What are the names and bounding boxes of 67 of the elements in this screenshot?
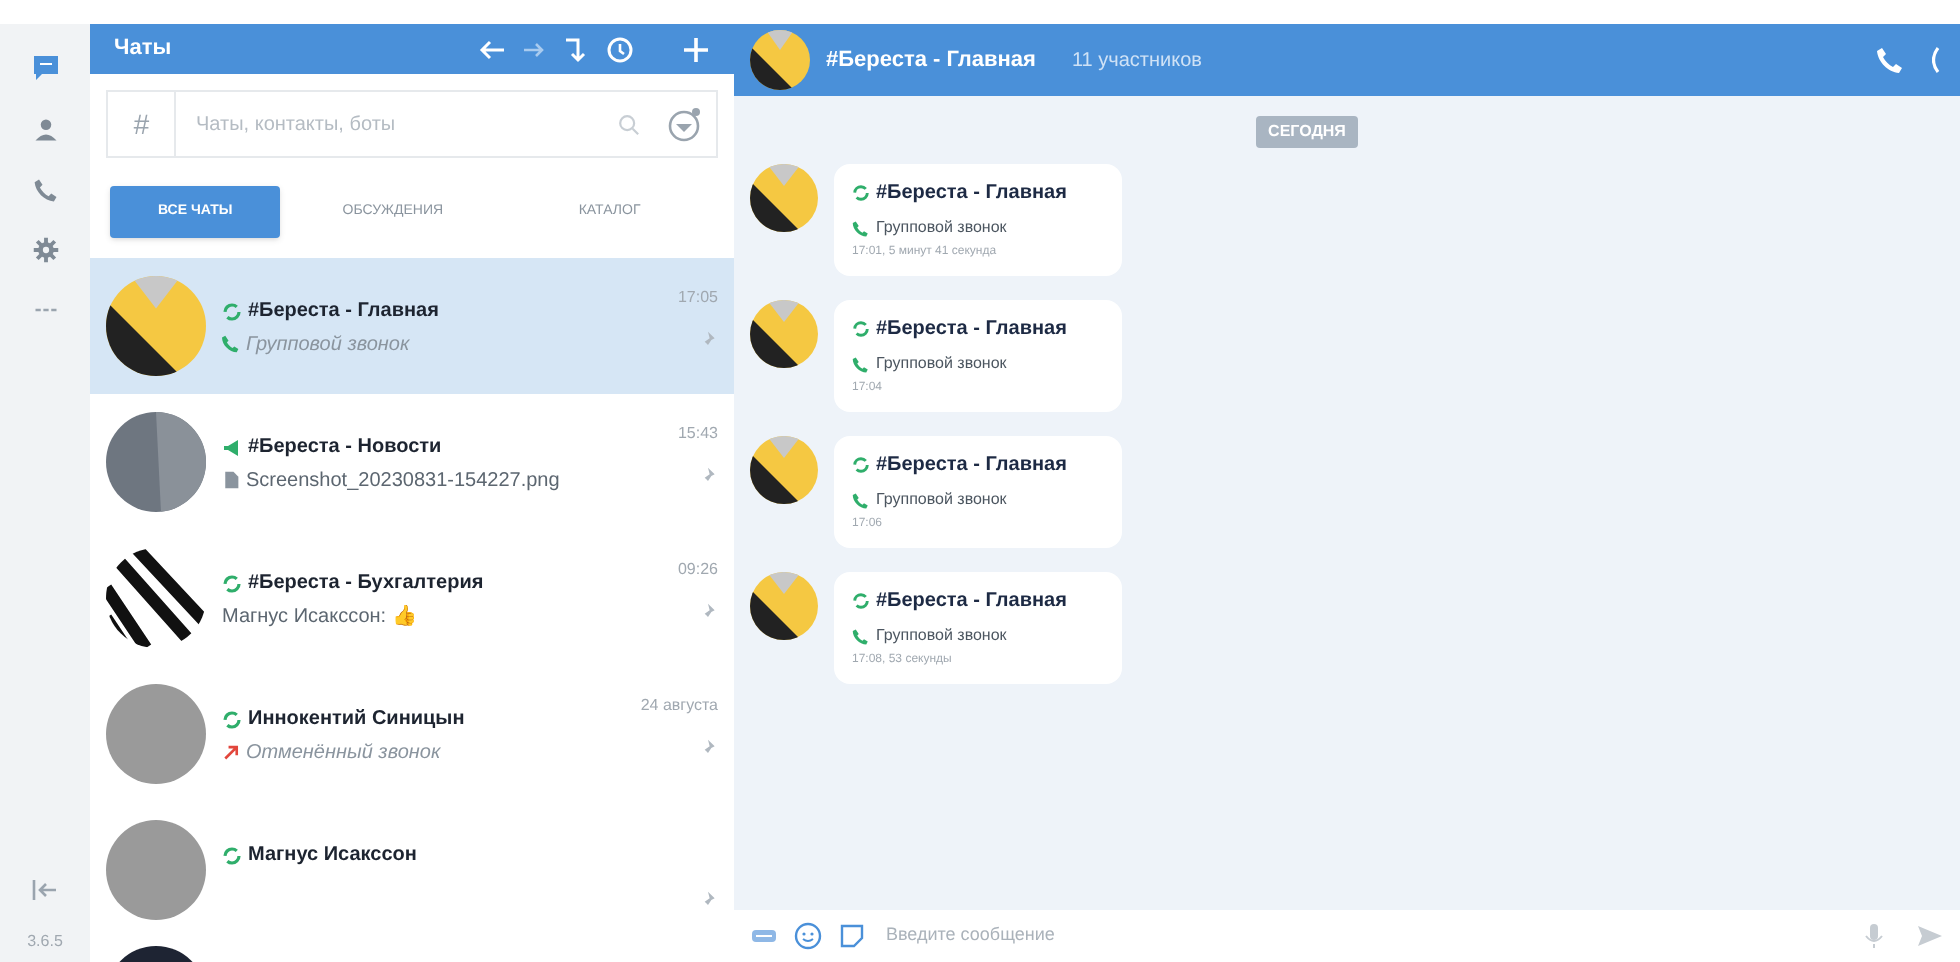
phone-icon [852,219,870,237]
megaphone-icon [222,437,242,457]
chat-time: 17:05 [677,286,718,310]
phone-icon [852,627,870,645]
hash-prefix: # [108,90,176,158]
sender-avatar[interactable] [750,436,818,504]
keyboard-icon[interactable] [750,926,778,946]
chat-time: 15:43 [677,422,718,446]
sender-avatar[interactable] [750,572,818,640]
message-text: Групповой звонок [876,624,1007,648]
sync-icon [852,592,870,610]
message-composer[interactable]: Введите сообщение [734,910,1960,962]
chat-name: Магнус Исакссон [248,842,417,870]
plus-icon[interactable] [682,35,710,63]
message-text: Групповой звонок [876,352,1007,376]
sender-name: #Береста - Главная [876,180,1067,208]
sender-name: #Береста - Главная [876,316,1067,344]
message-preview: Screenshot_20230831-154227.png [246,467,560,495]
sender-avatar[interactable] [750,300,818,368]
video-call-icon[interactable] [1932,46,1944,74]
collapse-icon[interactable] [31,878,59,902]
sync-icon [222,573,242,593]
chat-name: #Береста - Бухгалтерия [248,570,484,598]
message-preview: Отменённый звонок [246,739,441,767]
message-text: Групповой звонок [876,488,1007,512]
chat-name: Иннокентий Синицын [248,706,465,734]
members-count: 11 участников [1071,47,1202,75]
message-preview: Групповой звонок [246,331,410,359]
group-avatar[interactable] [750,30,810,90]
chat-name: #Береста - Главная [248,298,439,326]
sender-name: #Береста - Главная [876,588,1067,616]
sender-avatar[interactable] [750,164,818,232]
avatar[interactable] [106,276,206,376]
gear-icon[interactable] [31,236,59,264]
sync-icon [852,184,870,202]
phone-icon[interactable] [31,176,59,204]
sender-name: #Береста - Главная [876,452,1067,480]
message-text: Групповой звонок [876,216,1007,240]
avatar[interactable] [106,548,206,648]
phone-icon [852,355,870,373]
phone-icon[interactable] [1876,46,1904,74]
header-title: Чаты [114,34,172,65]
history-icon[interactable] [606,35,634,63]
jump-arrow-icon[interactable] [562,35,586,63]
chat-row[interactable]: #Береста - Главная Групповой звонок 17:05 [90,258,734,394]
sync-icon [852,456,870,474]
version-label: 3.6.5 [27,930,63,954]
chat-time: 09:26 [677,558,718,582]
message-preview: Магнус Исакссон: 👍 [222,603,416,631]
sync-icon [222,301,242,321]
chat-name: #Береста - Новости [248,434,442,462]
search-input[interactable]: Чаты, контакты, боты [176,109,618,139]
sync-icon [222,709,242,729]
emoji-icon[interactable] [794,922,822,950]
sync-icon [852,320,870,338]
phone-icon [852,491,870,509]
sticker-icon[interactable] [838,922,866,950]
person-icon[interactable] [31,116,59,144]
date-label: СЕГОДНЯ [1256,116,1358,148]
message-input[interactable]: Введите сообщение [886,922,1864,950]
chat-time: 24 августа [640,694,718,718]
back-arrow-icon[interactable] [478,37,506,61]
forward-arrow-icon[interactable] [522,37,546,61]
chat-icon[interactable] [29,52,61,84]
conversation-title: #Береста - Главная [826,45,1036,76]
sync-icon [222,845,242,865]
filter-icon[interactable] [664,104,704,144]
